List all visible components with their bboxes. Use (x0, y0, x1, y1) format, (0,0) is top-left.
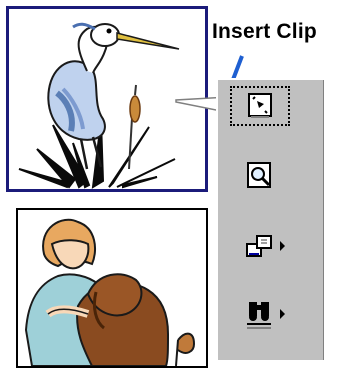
binoculars-icon (247, 302, 271, 329)
dropdown-arrow-icon (280, 241, 285, 251)
callout-label: Insert Clip (212, 20, 317, 43)
preview-clip-button[interactable] (230, 156, 290, 196)
add-category-icon (246, 235, 272, 257)
add-to-category-button[interactable] (230, 226, 290, 266)
find-similar-clips-button[interactable] (230, 294, 290, 334)
clip-toolbar (216, 78, 324, 360)
dropdown-arrow-icon (280, 309, 285, 319)
insert-clip-button[interactable] (230, 86, 290, 126)
magnifier-icon (247, 162, 271, 188)
insert-clip-icon (248, 93, 272, 118)
